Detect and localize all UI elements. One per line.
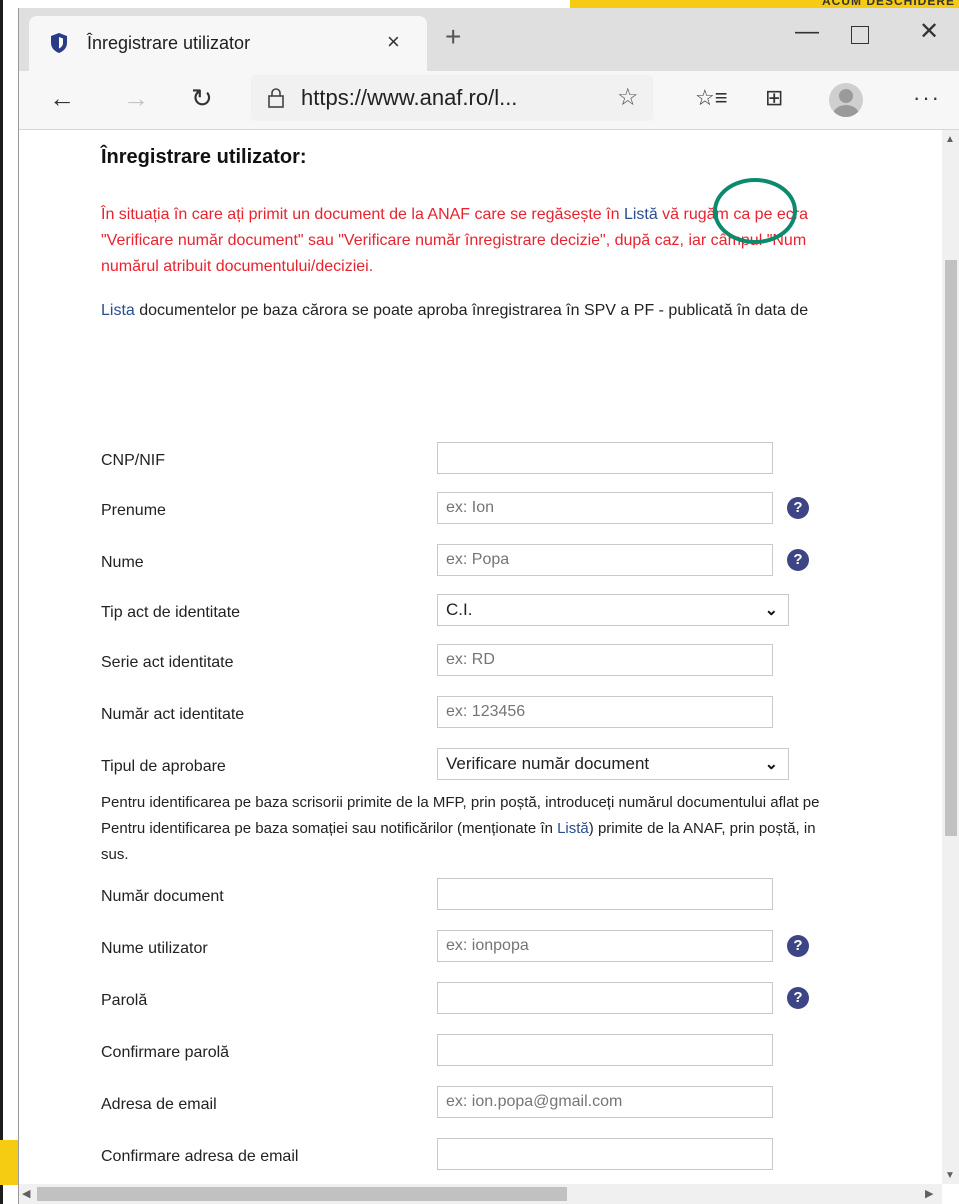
bottom-left-yellow-strip xyxy=(0,1140,20,1185)
tab-strip: Înregistrare utilizator × + — ✕ xyxy=(19,8,959,71)
tip-act-label: Tip act de identitate xyxy=(101,604,241,621)
scroll-left-icon[interactable]: ◀ xyxy=(22,1187,30,1200)
numar-act-field[interactable] xyxy=(437,696,773,728)
notice-line-2: "Verificare număr document" sau "Verific… xyxy=(101,232,807,249)
browser-toolbar: ← → ↻ https://www.anaf.ro/l... ☆ ☆≡ ⊞ ··… xyxy=(19,71,959,130)
serie-label: Serie act identitate xyxy=(101,654,234,671)
left-edge-decoration xyxy=(0,0,18,1204)
active-tab[interactable]: Înregistrare utilizator × xyxy=(29,16,427,71)
scroll-down-icon[interactable]: ▼ xyxy=(945,1170,955,1181)
confirmare-email-field[interactable] xyxy=(437,1138,773,1170)
shield-icon xyxy=(51,33,67,53)
parola-field[interactable] xyxy=(437,982,773,1014)
tip-aprobare-select[interactable]: Verificare număr document ⌄ xyxy=(437,748,789,780)
nume-field[interactable] xyxy=(437,544,773,576)
minimize-button[interactable]: — xyxy=(795,20,819,44)
numar-document-label: Număr document xyxy=(101,888,224,905)
nume-utilizator-field[interactable] xyxy=(437,930,773,962)
top-banner-strip: ACUM DESCHIDERE xyxy=(570,0,959,8)
browser-window: Înregistrare utilizator × + — ✕ ← → ↻ ht… xyxy=(18,8,959,1204)
info-line-2: Pentru identificarea pe baza somației sa… xyxy=(101,820,816,837)
scroll-right-icon[interactable]: ▶ xyxy=(925,1187,933,1200)
annotation-circle xyxy=(713,178,797,244)
horizontal-scrollbar[interactable]: ◀ ▶ xyxy=(19,1184,942,1204)
prenume-help-icon[interactable]: ? xyxy=(787,497,809,519)
cnp-field[interactable] xyxy=(437,442,773,474)
nume-utilizator-label: Nume utilizator xyxy=(101,940,208,957)
horizontal-scroll-thumb[interactable] xyxy=(37,1187,567,1201)
prenume-field[interactable] xyxy=(437,492,773,524)
numar-act-label: Număr act identitate xyxy=(101,706,245,723)
page-title: Înregistrare utilizator: xyxy=(101,146,307,168)
lock-icon xyxy=(268,88,284,108)
tip-act-select[interactable]: C.I. ⌄ xyxy=(437,594,789,626)
notice-line-1: În situația în care ați primit un docume… xyxy=(101,206,809,223)
back-button[interactable]: ← xyxy=(49,83,75,113)
favorites-icon[interactable]: ☆≡ xyxy=(695,83,728,113)
tab-title: Înregistrare utilizator xyxy=(87,33,251,53)
chevron-down-icon: ⌄ xyxy=(764,602,778,619)
profile-avatar[interactable] xyxy=(829,83,863,117)
new-tab-button[interactable]: + xyxy=(445,23,461,51)
vertical-scroll-thumb[interactable] xyxy=(945,260,957,836)
nume-label: Nume xyxy=(101,554,144,571)
lista-link[interactable]: Listă xyxy=(624,206,658,223)
url-text: https://www.anaf.ro/l... xyxy=(301,85,518,110)
collections-icon[interactable]: ⊞ xyxy=(765,83,783,113)
serie-field[interactable] xyxy=(437,644,773,676)
chevron-down-icon: ⌄ xyxy=(764,756,778,773)
lista-documente-link[interactable]: Lista xyxy=(101,302,135,319)
parola-help-icon[interactable]: ? xyxy=(787,987,809,1009)
info-line-3: sus. xyxy=(101,846,129,863)
confirmare-parola-label: Confirmare parolă xyxy=(101,1044,230,1061)
lista-info-link[interactable]: Listă xyxy=(557,820,589,837)
email-label: Adresa de email xyxy=(101,1096,217,1113)
refresh-button[interactable]: ↻ xyxy=(191,83,213,113)
close-window-button[interactable]: ✕ xyxy=(919,20,939,44)
parola-label: Parolă xyxy=(101,992,148,1009)
prenume-label: Prenume xyxy=(101,502,166,519)
tab-close-icon[interactable]: × xyxy=(387,31,400,53)
notice-line-3: numărul atribuit documentului/deciziei. xyxy=(101,258,374,275)
nume-help-icon[interactable]: ? xyxy=(787,549,809,571)
more-menu-button[interactable]: ··· xyxy=(913,83,941,113)
tip-aprobare-label: Tipul de aprobare xyxy=(101,758,226,775)
favorite-star-icon[interactable]: ☆ xyxy=(617,83,639,112)
maximize-button[interactable] xyxy=(851,26,869,44)
cnp-label: CNP/NIF xyxy=(101,452,165,469)
numar-document-field[interactable] xyxy=(437,878,773,910)
vertical-scrollbar[interactable]: ▲ ▼ xyxy=(942,130,959,1184)
email-field[interactable] xyxy=(437,1086,773,1118)
info-line-1: Pentru identificarea pe baza scrisorii p… xyxy=(101,794,820,811)
list-line: Lista documentelor pe baza cărora se poa… xyxy=(101,302,809,319)
address-bar[interactable]: https://www.anaf.ro/l... ☆ xyxy=(251,75,653,121)
nume-utilizator-help-icon[interactable]: ? xyxy=(787,935,809,957)
forward-button[interactable]: → xyxy=(123,83,149,113)
page-viewport: Înregistrare utilizator: În situația în … xyxy=(19,130,942,1184)
confirmare-parola-field[interactable] xyxy=(437,1034,773,1066)
scroll-up-icon[interactable]: ▲ xyxy=(945,134,955,145)
confirmare-email-label: Confirmare adresa de email xyxy=(101,1148,299,1165)
